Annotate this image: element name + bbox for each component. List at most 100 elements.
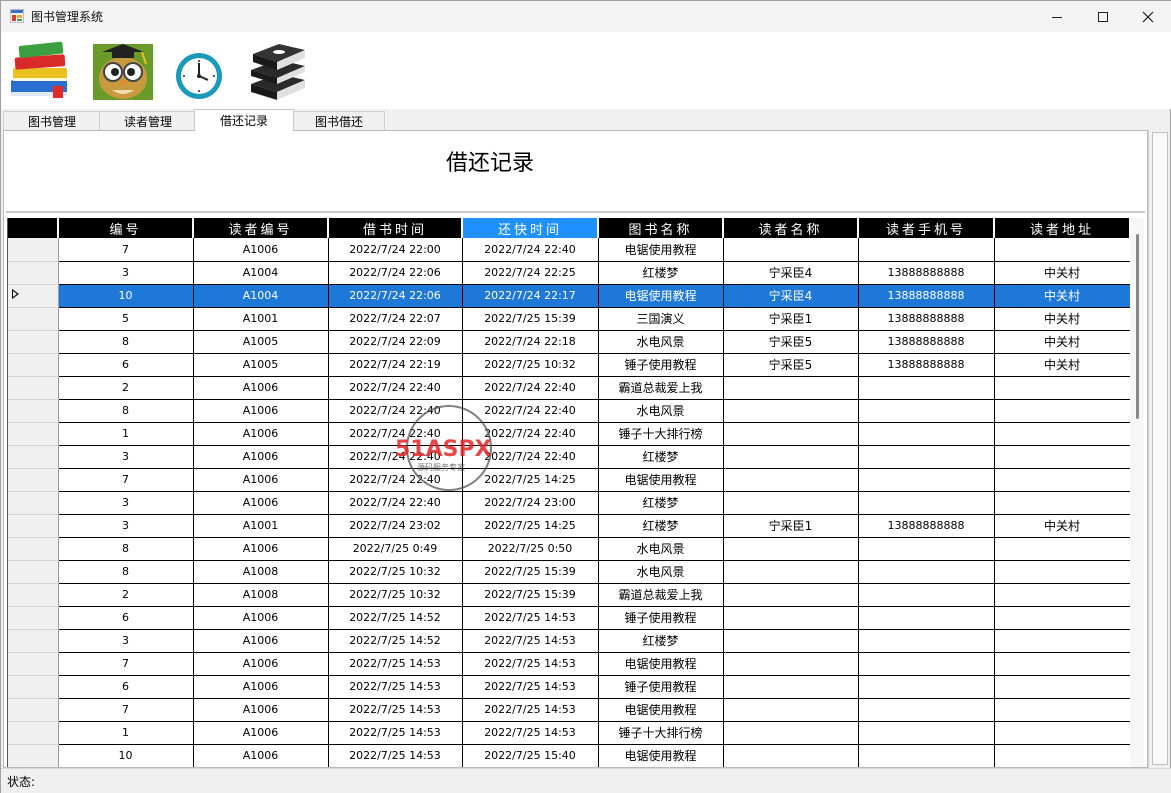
close-button[interactable] xyxy=(1125,1,1171,32)
table-cell[interactable]: 2022/7/25 14:53 xyxy=(462,606,599,630)
table-cell[interactable] xyxy=(994,744,1131,767)
table-cell[interactable]: 10 xyxy=(58,744,194,767)
column-header-0[interactable]: 编号 xyxy=(58,218,194,238)
table-cell[interactable]: 2 xyxy=(58,376,194,400)
table-cell[interactable] xyxy=(994,652,1131,676)
table-cell[interactable]: 6 xyxy=(58,675,194,699)
column-header-7[interactable]: 读者地址 xyxy=(994,218,1131,238)
table-cell[interactable]: 3 xyxy=(58,491,194,515)
table-cell[interactable]: 2022/7/25 15:39 xyxy=(462,560,599,584)
table-cell[interactable]: 锤子十大排行榜 xyxy=(598,721,724,745)
table-cell[interactable]: 中关村 xyxy=(994,284,1131,308)
table-cell[interactable]: 2022/7/25 14:52 xyxy=(328,606,463,630)
table-cell[interactable]: 红楼梦 xyxy=(598,261,724,285)
table-row[interactable]: 8 A1006 2022/7/25 0:49 2022/7/25 0:50 水电风景 xyxy=(8,537,1131,561)
row-header[interactable] xyxy=(8,652,59,676)
row-header[interactable] xyxy=(8,537,59,561)
clock-icon[interactable] xyxy=(171,40,233,102)
table-cell[interactable]: 锤子十大排行榜 xyxy=(598,422,724,446)
table-cell[interactable]: 宁采臣4 xyxy=(723,261,859,285)
row-header[interactable] xyxy=(8,606,59,630)
table-cell[interactable] xyxy=(723,445,859,469)
table-cell[interactable]: 2022/7/24 22:19 xyxy=(328,353,463,377)
table-cell[interactable]: A1006 xyxy=(193,445,329,469)
table-cell[interactable]: 13888888888 xyxy=(858,307,995,331)
minimize-button[interactable] xyxy=(1034,1,1080,32)
table-cell[interactable]: 水电风景 xyxy=(598,560,724,584)
table-cell[interactable]: 2022/7/24 23:02 xyxy=(328,514,463,538)
table-cell[interactable]: 电锯使用教程 xyxy=(598,468,724,492)
table-cell[interactable] xyxy=(858,376,995,400)
table-cell[interactable]: 2022/7/25 14:53 xyxy=(462,652,599,676)
table-cell[interactable]: 2022/7/25 14:52 xyxy=(328,629,463,653)
table-cell[interactable] xyxy=(723,399,859,423)
table-cell[interactable]: 2022/7/24 22:06 xyxy=(328,284,463,308)
table-cell[interactable] xyxy=(858,698,995,722)
table-cell[interactable]: 8 xyxy=(58,537,194,561)
owl-graduate-icon[interactable] xyxy=(92,40,154,102)
table-cell[interactable] xyxy=(994,491,1131,515)
table-cell[interactable]: A1006 xyxy=(193,491,329,515)
table-cell[interactable]: 霸道总裁爱上我 xyxy=(598,583,724,607)
table-row[interactable]: 6 A1006 2022/7/25 14:52 2022/7/25 14:53 锤子使用… xyxy=(8,606,1131,630)
table-cell[interactable] xyxy=(723,537,859,561)
row-header[interactable] xyxy=(8,307,59,331)
table-cell[interactable]: 2022/7/25 14:53 xyxy=(462,698,599,722)
table-cell[interactable]: A1004 xyxy=(193,261,329,285)
row-header[interactable] xyxy=(8,376,59,400)
table-cell[interactable]: 三国演义 xyxy=(598,307,724,331)
table-row[interactable]: 10 A1004 2022/7/24 22:06 2022/7/24 22:17 电锯使… xyxy=(8,284,1131,308)
table-cell[interactable] xyxy=(723,675,859,699)
table-cell[interactable]: A1006 xyxy=(193,721,329,745)
table-cell[interactable] xyxy=(723,652,859,676)
table-cell[interactable]: 中关村 xyxy=(994,261,1131,285)
table-cell[interactable] xyxy=(994,675,1131,699)
row-header[interactable] xyxy=(8,330,59,354)
table-cell[interactable]: 2022/7/25 14:25 xyxy=(462,468,599,492)
row-header[interactable] xyxy=(8,491,59,515)
records-grid[interactable]: 编号 读者编号 借书时间 还快时间 图书名称 读者名称 读者手机号 读者地址 7 A1006 20… xyxy=(7,218,1145,767)
row-header[interactable] xyxy=(8,468,59,492)
grid-vertical-scrollbar[interactable] xyxy=(1130,218,1144,767)
table-cell[interactable] xyxy=(994,445,1131,469)
table-cell[interactable]: 水电风景 xyxy=(598,330,724,354)
table-cell[interactable]: 2022/7/24 22:40 xyxy=(328,376,463,400)
scroll-thumb[interactable] xyxy=(1136,234,1139,419)
table-cell[interactable]: A1006 xyxy=(193,537,329,561)
table-cell[interactable]: 7 xyxy=(58,238,194,262)
table-cell[interactable]: A1005 xyxy=(193,330,329,354)
table-cell[interactable]: 电锯使用教程 xyxy=(598,652,724,676)
table-row[interactable]: 8 A1008 2022/7/25 10:32 2022/7/25 15:39 水电风景 xyxy=(8,560,1131,584)
table-cell[interactable] xyxy=(994,537,1131,561)
column-header-2[interactable]: 借书时间 xyxy=(328,218,463,238)
table-cell[interactable]: 电锯使用教程 xyxy=(598,284,724,308)
table-cell[interactable]: 中关村 xyxy=(994,307,1131,331)
table-row[interactable]: 7 A1006 2022/7/25 14:53 2022/7/25 14:53 电锯使用… xyxy=(8,652,1131,676)
table-cell[interactable]: A1006 xyxy=(193,376,329,400)
table-cell[interactable]: A1006 xyxy=(193,422,329,446)
table-cell[interactable]: 2022/7/24 22:17 xyxy=(462,284,599,308)
table-row[interactable]: 7 A1006 2022/7/24 22:00 2022/7/24 22:40 电锯使用… xyxy=(8,238,1131,262)
row-header[interactable] xyxy=(8,284,59,308)
table-row[interactable]: 2 A1006 2022/7/24 22:40 2022/7/24 22:40 霸道总裁… xyxy=(8,376,1131,400)
table-cell[interactable]: 2022/7/25 10:32 xyxy=(328,583,463,607)
table-cell[interactable]: 2022/7/24 22:40 xyxy=(462,445,599,469)
table-cell[interactable]: 2022/7/24 22:40 xyxy=(328,422,463,446)
table-cell[interactable]: 红楼梦 xyxy=(598,491,724,515)
tab-book-borrow-return[interactable]: 图书借还 xyxy=(293,111,385,131)
table-cell[interactable]: 5 xyxy=(58,307,194,331)
table-row[interactable]: 8 A1005 2022/7/24 22:09 2022/7/24 22:18 水电风景… xyxy=(8,330,1131,354)
row-header[interactable] xyxy=(8,261,59,285)
table-row[interactable]: 10 A1006 2022/7/25 14:53 2022/7/25 15:40 电锯使… xyxy=(8,744,1131,767)
table-cell[interactable] xyxy=(994,698,1131,722)
table-row[interactable]: 3 A1004 2022/7/24 22:06 2022/7/24 22:25 红楼梦宁… xyxy=(8,261,1131,285)
table-row[interactable]: 2 A1008 2022/7/25 10:32 2022/7/25 15:39 霸道总裁… xyxy=(8,583,1131,607)
table-cell[interactable]: 8 xyxy=(58,560,194,584)
table-cell[interactable]: A1006 xyxy=(193,468,329,492)
title-bar[interactable]: 图书管理系统 xyxy=(1,1,1171,32)
table-cell[interactable] xyxy=(858,583,995,607)
table-cell[interactable] xyxy=(858,491,995,515)
row-header[interactable] xyxy=(8,629,59,653)
row-header[interactable] xyxy=(8,399,59,423)
table-cell[interactable] xyxy=(723,238,859,262)
